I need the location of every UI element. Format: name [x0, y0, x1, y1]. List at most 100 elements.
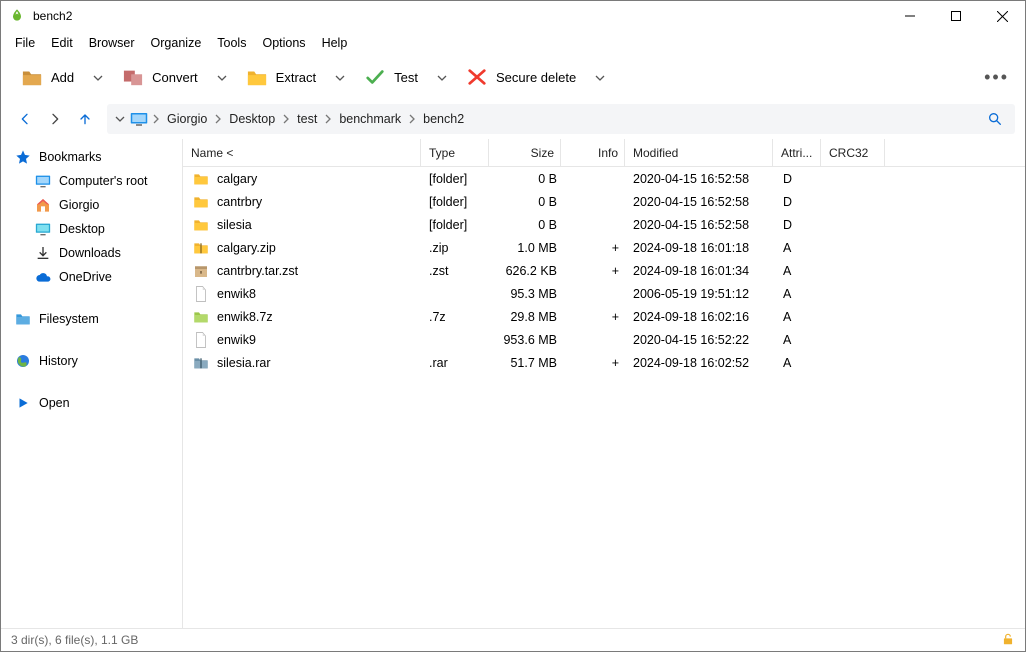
file-row[interactable]: silesia[folder]0 B2020-04-15 16:52:58D — [183, 213, 1025, 236]
file-type: [folder] — [421, 218, 489, 232]
file-info: + — [561, 264, 625, 278]
file-row[interactable]: calgary[folder]0 B2020-04-15 16:52:58D — [183, 167, 1025, 190]
sidebar-onedrive[interactable]: OneDrive — [1, 265, 182, 289]
file-row[interactable]: calgary.zip.zip1.0 MB+2024-09-18 16:01:1… — [183, 236, 1025, 259]
secure-delete-button[interactable]: Secure delete — [456, 60, 586, 94]
menu-file[interactable]: File — [7, 33, 43, 53]
breadcrumb-bench2[interactable]: bench2 — [419, 112, 468, 126]
app-icon — [9, 8, 25, 24]
pc-icon[interactable] — [129, 109, 149, 129]
file-modified: 2024-09-18 16:02:16 — [625, 310, 773, 324]
sidebar-filesystem[interactable]: Filesystem — [1, 307, 182, 331]
sidebar-desktop[interactable]: Desktop — [1, 217, 182, 241]
col-attr[interactable]: Attri... — [773, 139, 821, 166]
add-label: Add — [51, 70, 74, 85]
menu-help[interactable]: Help — [314, 33, 356, 53]
sidebar-filesystem-label: Filesystem — [39, 312, 99, 326]
file-attr: A — [773, 333, 821, 347]
extract-label: Extract — [276, 70, 316, 85]
lock-icon — [1001, 632, 1015, 649]
file-modified: 2006-05-19 19:51:12 — [625, 287, 773, 301]
chevron-down-icon[interactable] — [113, 116, 127, 122]
file-type: .rar — [421, 356, 489, 370]
sidebar: Bookmarks Computer's root Giorgio Deskto… — [1, 139, 183, 628]
star-icon — [15, 149, 31, 165]
sidebar-bookmarks[interactable]: Bookmarks — [1, 145, 182, 169]
download-icon — [35, 245, 51, 261]
col-modified[interactable]: Modified — [625, 139, 773, 166]
menu-options[interactable]: Options — [254, 33, 313, 53]
test-button[interactable]: Test — [354, 60, 428, 94]
file-area: Name < Type Size Info Modified Attri... … — [183, 139, 1025, 628]
file-row[interactable]: cantrbry.tar.zst.zst626.2 KB+2024-09-18 … — [183, 259, 1025, 282]
col-crc[interactable]: CRC32 — [821, 139, 885, 166]
file-attr: D — [773, 172, 821, 186]
file-name: enwik8.7z — [217, 310, 273, 324]
menu-organize[interactable]: Organize — [143, 33, 210, 53]
address-bar[interactable]: Giorgio Desktop test benchmark bench2 — [107, 104, 1015, 134]
sidebar-history-label: History — [39, 354, 78, 368]
menu-edit[interactable]: Edit — [43, 33, 81, 53]
file-row[interactable]: enwik9953.6 MB2020-04-15 16:52:22A — [183, 328, 1025, 351]
more-button[interactable]: ••• — [978, 67, 1015, 88]
add-dropdown[interactable] — [84, 60, 112, 94]
zip-icon — [193, 240, 209, 256]
file-type: [folder] — [421, 172, 489, 186]
file-row[interactable]: enwik8.7z.7z29.8 MB+2024-09-18 16:02:16A — [183, 305, 1025, 328]
sidebar-open[interactable]: Open — [1, 391, 182, 415]
sidebar-computers-root[interactable]: Computer's root — [1, 169, 182, 193]
extract-icon — [246, 66, 268, 88]
rar-icon — [193, 355, 209, 371]
file-row[interactable]: enwik895.3 MB2006-05-19 19:51:12A — [183, 282, 1025, 305]
file-name: calgary.zip — [217, 241, 276, 255]
file-icon — [193, 286, 209, 302]
file-modified: 2020-04-15 16:52:58 — [625, 218, 773, 232]
sidebar-downloads[interactable]: Downloads — [1, 241, 182, 265]
archive-icon — [193, 263, 209, 279]
file-size: 0 B — [489, 218, 561, 232]
file-type: .zip — [421, 241, 489, 255]
sidebar-giorgio[interactable]: Giorgio — [1, 193, 182, 217]
file-attr: A — [773, 287, 821, 301]
file-name: silesia — [217, 218, 252, 232]
file-icon — [193, 332, 209, 348]
sidebar-desktop-label: Desktop — [59, 222, 105, 236]
chevron-right-icon — [149, 114, 163, 124]
col-size[interactable]: Size — [489, 139, 561, 166]
breadcrumb-test[interactable]: test — [293, 112, 321, 126]
play-icon — [15, 395, 31, 411]
file-row[interactable]: silesia.rar.rar51.7 MB+2024-09-18 16:02:… — [183, 351, 1025, 374]
secure-delete-dropdown[interactable] — [586, 60, 614, 94]
back-button[interactable] — [11, 105, 39, 133]
sidebar-history[interactable]: History — [1, 349, 182, 373]
sidebar-downloads-label: Downloads — [59, 246, 121, 260]
up-button[interactable] — [71, 105, 99, 133]
forward-button[interactable] — [41, 105, 69, 133]
extract-dropdown[interactable] — [326, 60, 354, 94]
breadcrumb-desktop[interactable]: Desktop — [225, 112, 279, 126]
convert-label: Convert — [152, 70, 198, 85]
breadcrumb-giorgio[interactable]: Giorgio — [163, 112, 211, 126]
menu-tools[interactable]: Tools — [209, 33, 254, 53]
extract-button[interactable]: Extract — [236, 60, 326, 94]
breadcrumb-benchmark[interactable]: benchmark — [335, 112, 405, 126]
col-name[interactable]: Name < — [183, 139, 421, 166]
file-attr: A — [773, 356, 821, 370]
test-dropdown[interactable] — [428, 60, 456, 94]
sidebar-open-label: Open — [39, 396, 70, 410]
convert-button[interactable]: Convert — [112, 60, 208, 94]
maximize-button[interactable] — [933, 1, 979, 31]
titlebar: bench2 — [1, 1, 1025, 31]
file-row[interactable]: cantrbry[folder]0 B2020-04-15 16:52:58D — [183, 190, 1025, 213]
col-info[interactable]: Info — [561, 139, 625, 166]
file-type: [folder] — [421, 195, 489, 209]
search-button[interactable] — [981, 105, 1009, 133]
minimize-button[interactable] — [887, 1, 933, 31]
file-name: silesia.rar — [217, 356, 271, 370]
convert-dropdown[interactable] — [208, 60, 236, 94]
close-button[interactable] — [979, 1, 1025, 31]
add-button[interactable]: Add — [11, 60, 84, 94]
body: Bookmarks Computer's root Giorgio Deskto… — [1, 139, 1025, 628]
col-type[interactable]: Type — [421, 139, 489, 166]
menu-browser[interactable]: Browser — [81, 33, 143, 53]
